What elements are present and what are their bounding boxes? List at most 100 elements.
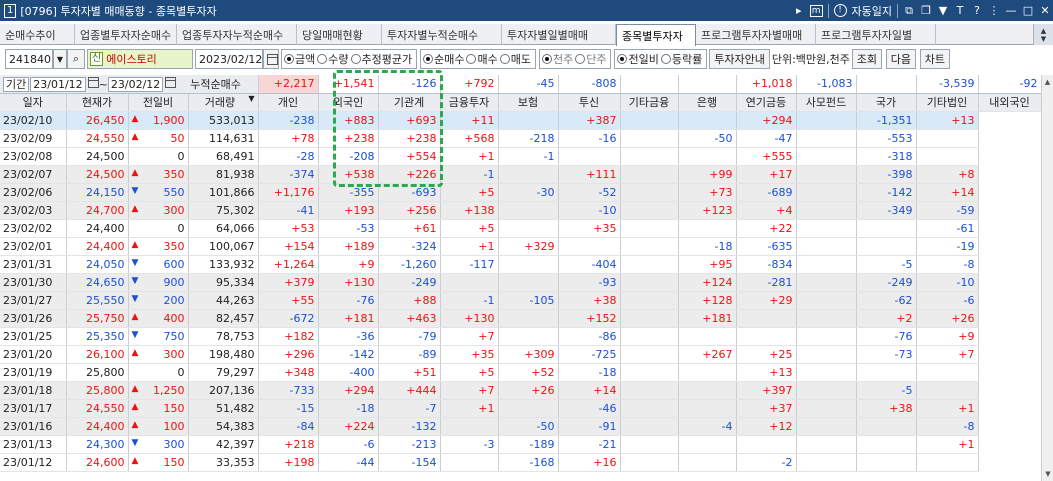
sort-dropdown-icon[interactable]: ▼ [248,94,254,103]
rg4-option-2[interactable]: 등락률 [660,51,702,67]
value-cell [620,327,679,346]
tab-4[interactable]: 당일매매현황 [297,24,382,45]
rg1-option-1[interactable]: 금액 [284,51,315,67]
rg3-option-1[interactable]: 천주 [541,51,573,67]
search-icon[interactable]: ⌕ [67,49,85,69]
column-header[interactable]: 연기금등 [736,93,797,112]
table-row[interactable]: 23/01/17 24,550 ▲ 150 51,482 -15 -18 -7 +1 -46 +37… [0,399,1041,418]
column-header[interactable]: 일자 [0,93,67,112]
column-header[interactable]: 보험 [498,93,559,112]
tab-1[interactable]: 순매수추이 [0,24,75,45]
rg3-option-2[interactable]: 단주 [575,51,606,67]
radio-circle-icon[interactable] [284,54,294,64]
table-row[interactable]: 23/01/20 26,100 ▲ 300 198,480 +296 -142 -89 +35 +… [0,345,1041,364]
tab-9[interactable]: 프로그램투자자일별 [816,24,936,45]
t-icon[interactable]: T [954,4,966,17]
rg2-option-1[interactable]: 순매수 [423,51,464,67]
rg2-option-2[interactable]: 매수 [466,51,498,67]
table-row[interactable]: 23/01/12 24,600 ▲ 150 33,353 +198 -44 -154 -168 +… [0,453,1041,472]
tab-3[interactable]: 업종투자자누적순매수 [177,24,297,45]
radio-circle-icon[interactable] [466,54,477,64]
column-header[interactable]: 국가 [856,93,917,112]
copy-icon[interactable]: ❐ [920,4,932,17]
scroll-up-icon[interactable]: ▲ [1042,75,1053,89]
radio-circle-icon[interactable] [350,54,361,64]
radio-circle-icon[interactable] [575,54,586,64]
maximize-icon[interactable]: □ [1022,4,1034,17]
close-icon[interactable]: ✕ [1039,4,1051,17]
table-row[interactable]: 23/02/03 24,700 ▲ 300 75,302 -41 +193 +256 +138 -… [0,201,1041,220]
table-row[interactable]: 23/02/06 24,150 ▼ 550 101,866 +1,176 -355 -693 +… [0,183,1041,202]
column-header[interactable]: 은행 [678,93,737,112]
stock-code-field[interactable]: 241840 [5,49,53,69]
pin-icon[interactable]: ▼ [937,4,949,17]
stock-name-field[interactable]: 신 에이스토리 [87,49,193,69]
column-header[interactable]: 개인 [258,93,319,112]
rg1-option-2[interactable]: 수량 [317,51,349,67]
minimize-icon[interactable]: — [1005,4,1017,17]
restore-icon[interactable]: ⧉ [903,4,915,18]
column-header[interactable]: 현재가 [66,93,129,112]
vertical-scrollbar[interactable]: ▲ ▼ [1041,75,1053,481]
table-row[interactable]: 23/01/25 25,350 ▼ 750 78,753 +182 -36 -79 +7 -86 -… [0,327,1041,346]
rg4-option-1[interactable]: 전일비 [617,51,659,67]
radio-circle-icon[interactable] [617,54,628,64]
column-header[interactable]: 거래량 ▼ [188,93,259,112]
column-header[interactable]: 기타법인 [916,93,979,112]
next-button[interactable]: 다음 [885,49,916,69]
m-icon[interactable]: m [809,4,823,17]
tab-scroll[interactable]: ▲ ▼ [1033,24,1053,45]
tab-6[interactable]: 투자자별일별매매 [502,24,616,45]
tab-5[interactable]: 투자자별누적순매수 [382,24,502,45]
code-dropdown-icon[interactable]: ▼ [53,49,67,69]
tab-2[interactable]: 업종별투자자순매수 [75,24,177,45]
calendar-icon[interactable] [165,76,177,88]
to-date-field[interactable]: 23/02/12 [107,76,164,92]
table-row[interactable]: 23/01/27 25,550 ▼ 200 44,263 +55 -76 +88 -1 -105 +… [0,291,1041,310]
play-icon[interactable]: ▸ [793,4,805,17]
table-row[interactable]: 23/02/01 24,400 ▲ 350 100,067 +154 +189 -324 +1 +… [0,237,1041,256]
query-button[interactable]: 조회 [851,49,882,69]
investor-guide-button[interactable]: 투자자안내 [709,49,770,69]
table-row[interactable]: 23/01/26 25,750 ▲ 400 82,457 -672 +181 +463 +130… [0,309,1041,328]
info-icon[interactable]: ! [833,4,847,17]
column-header[interactable]: 외국인 [318,93,379,112]
radio-circle-icon[interactable] [499,54,510,64]
column-header[interactable]: 기타금융 [620,93,679,112]
radio-circle-icon[interactable] [317,54,328,64]
tab-7[interactable]: 종목별투자자 [616,24,696,46]
table-row[interactable]: 23/01/31 24,050 ▼ 600 133,932 +1,264 +9 -1,260-… [0,255,1041,274]
table-row[interactable]: 23/01/16 24,400 ▲ 100 54,383 -84 +224 -132 -50 -9… [0,417,1041,436]
column-header[interactable]: 금융투자 [440,93,499,112]
chart-button[interactable]: 차트 [919,49,950,69]
date-field[interactable]: 2023/02/12 [195,49,263,69]
table-row[interactable]: 23/01/13 24,300 ▼ 300 42,397 +218 -6 -213 -3 -189… [0,435,1041,454]
column-header[interactable]: 사모펀드 [796,93,857,112]
calendar-icon[interactable] [263,49,279,69]
radio-circle-icon[interactable] [660,54,671,64]
tab-8[interactable]: 프로그램투자자별매매 [696,24,816,45]
table-row[interactable]: 23/02/10 26,450 ▲ 1,900 533,013 -238 +883 +693 +… [0,111,1041,130]
radio-circle-icon[interactable] [541,54,552,64]
table-row[interactable]: 23/01/19 25,800 0 79,297 +348 -400 +51 +5 +52 -18… [0,363,1041,382]
tab-scroll-down-icon[interactable]: ▼ [1041,35,1046,43]
column-header[interactable]: 기관계 [378,93,441,112]
tab-scroll-up-icon[interactable]: ▲ [1041,27,1046,35]
table-row[interactable]: 23/01/30 24,650 ▼ 900 95,334 +379 +130 -249 -93 +… [0,273,1041,292]
table-row[interactable]: 23/02/07 24,500 ▲ 350 81,938 -374 +538 +226 -1 +1… [0,165,1041,184]
rg2-option-3[interactable]: 매도 [499,51,531,67]
calendar-icon[interactable] [87,76,99,88]
column-header[interactable]: 전일비 [128,93,189,112]
column-header[interactable]: 내외국인 [978,93,1042,112]
table-row[interactable]: 23/02/09 24,550 ▲ 50 114,631 +78 +238 +238 +568-… [0,129,1041,148]
table-row[interactable]: 23/02/08 24,500 0 68,491 -28 -208 +554 +1 -1 +555… [0,147,1041,166]
table-row[interactable]: 23/01/18 25,800 ▲ 1,250 207,136 -733 +294 +444 +… [0,381,1041,400]
rg1-option-3[interactable]: 추정평균가 [350,51,412,67]
from-date-field[interactable]: 23/01/12 [30,76,86,92]
autolock-label[interactable]: 자동일지 [852,3,892,19]
scroll-down-icon[interactable]: ▼ [1042,467,1053,481]
help-icon[interactable]: ? [971,4,983,17]
column-header[interactable]: 투신 [558,93,621,112]
radio-circle-icon[interactable] [423,54,434,64]
table-row[interactable]: 23/02/02 24,400 0 64,066 +53 -53 +61 +5 +35 +22 -6… [0,219,1041,238]
